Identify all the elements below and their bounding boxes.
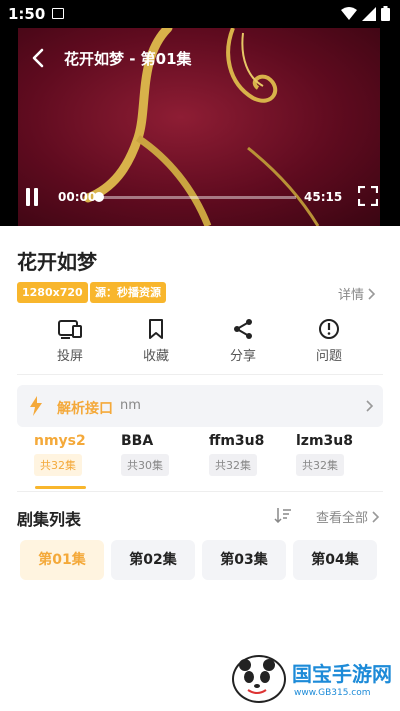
favorite-button[interactable]: 收藏 (126, 318, 186, 364)
chevron-right-icon (368, 287, 376, 300)
status-bar: 1:50 (0, 0, 400, 28)
status-icons (341, 6, 390, 21)
status-time: 1:50 (8, 5, 46, 23)
cast-icon (58, 320, 82, 339)
source-tab-ffm3u8[interactable]: ffm3u8 共32集 (192, 433, 264, 476)
parse-label: 解析接口 (57, 401, 113, 417)
watermark: 国宝手游网 www.GB315.com (222, 645, 400, 711)
source-episode-count: 共30集 (121, 454, 169, 476)
wifi-icon (341, 6, 357, 20)
fullscreen-icon[interactable] (358, 186, 378, 206)
episode-button[interactable]: 第01集 (20, 540, 104, 580)
parse-interface-selector[interactable]: 解析接口 nm (17, 385, 383, 427)
share-icon (234, 319, 252, 339)
details-link[interactable]: 详情 (338, 284, 376, 303)
chevron-right-icon (372, 510, 380, 523)
pause-button[interactable] (24, 188, 42, 208)
view-all-label: 查看全部 (315, 511, 368, 526)
watermark-url: www.GB315.com (294, 688, 371, 698)
source-tab-bba[interactable]: BBA 共30集 (104, 433, 176, 476)
source-tab-lzm3u8[interactable]: lzm3u8 共32集 (279, 433, 353, 476)
sort-icon[interactable] (274, 507, 292, 523)
signal-icon (362, 6, 376, 21)
video-title: 花开如梦 - 第01集 (64, 50, 192, 68)
bookmark-icon (149, 319, 163, 339)
total-time: 45:15 (304, 190, 343, 204)
source-tag: 源：秒播资源 (90, 282, 166, 303)
active-tab-indicator (35, 486, 86, 489)
current-time: 00:00 (58, 190, 97, 204)
favorite-label: 收藏 (142, 349, 169, 364)
watermark-text: 国宝手游网 (292, 662, 392, 686)
resolution-tag: 1280x720 (17, 282, 88, 303)
report-button[interactable]: 问题 (299, 318, 359, 364)
video-player[interactable]: 花开如梦 - 第01集 00:00 45:15 (0, 28, 400, 226)
share-label: 分享 (229, 349, 256, 364)
source-name: lzm3u8 (296, 433, 353, 449)
source-name: nmys2 (34, 433, 86, 449)
episode-button[interactable]: 第02集 (111, 540, 195, 580)
source-episode-count: 共32集 (296, 454, 344, 476)
back-icon[interactable] (28, 47, 50, 69)
image-notification-icon (52, 8, 64, 19)
episode-button[interactable]: 第04集 (293, 540, 377, 580)
lightning-icon (30, 396, 42, 416)
chevron-right-icon (366, 400, 374, 412)
episode-button[interactable]: 第03集 (202, 540, 286, 580)
divider (17, 491, 383, 492)
source-episode-count: 共32集 (209, 454, 257, 476)
panda-logo-icon (232, 655, 286, 703)
battery-icon (381, 6, 390, 21)
episode-list-title: 剧集列表 (17, 510, 82, 529)
source-name: ffm3u8 (209, 433, 265, 449)
alert-icon (319, 319, 339, 339)
show-title: 花开如梦 (17, 250, 97, 274)
progress-handle[interactable] (94, 192, 104, 202)
cast-button[interactable]: 投屏 (40, 318, 100, 364)
source-name: BBA (121, 433, 154, 449)
report-label: 问题 (315, 349, 342, 364)
source-tab-nmys2[interactable]: nmys2 共32集 (17, 433, 89, 476)
cast-label: 投屏 (56, 349, 83, 364)
details-label: 详情 (337, 288, 364, 303)
share-button[interactable]: 分享 (213, 318, 273, 364)
view-all-link[interactable]: 查看全部 (316, 507, 380, 526)
divider (17, 374, 383, 375)
source-tabs: nmys2 共32集 BBA 共30集 ffm3u8 共32集 lzm3u8 共… (17, 433, 383, 491)
progress-bar[interactable] (96, 196, 296, 199)
source-episode-count: 共32集 (34, 454, 82, 476)
parse-value: nm (120, 398, 141, 413)
